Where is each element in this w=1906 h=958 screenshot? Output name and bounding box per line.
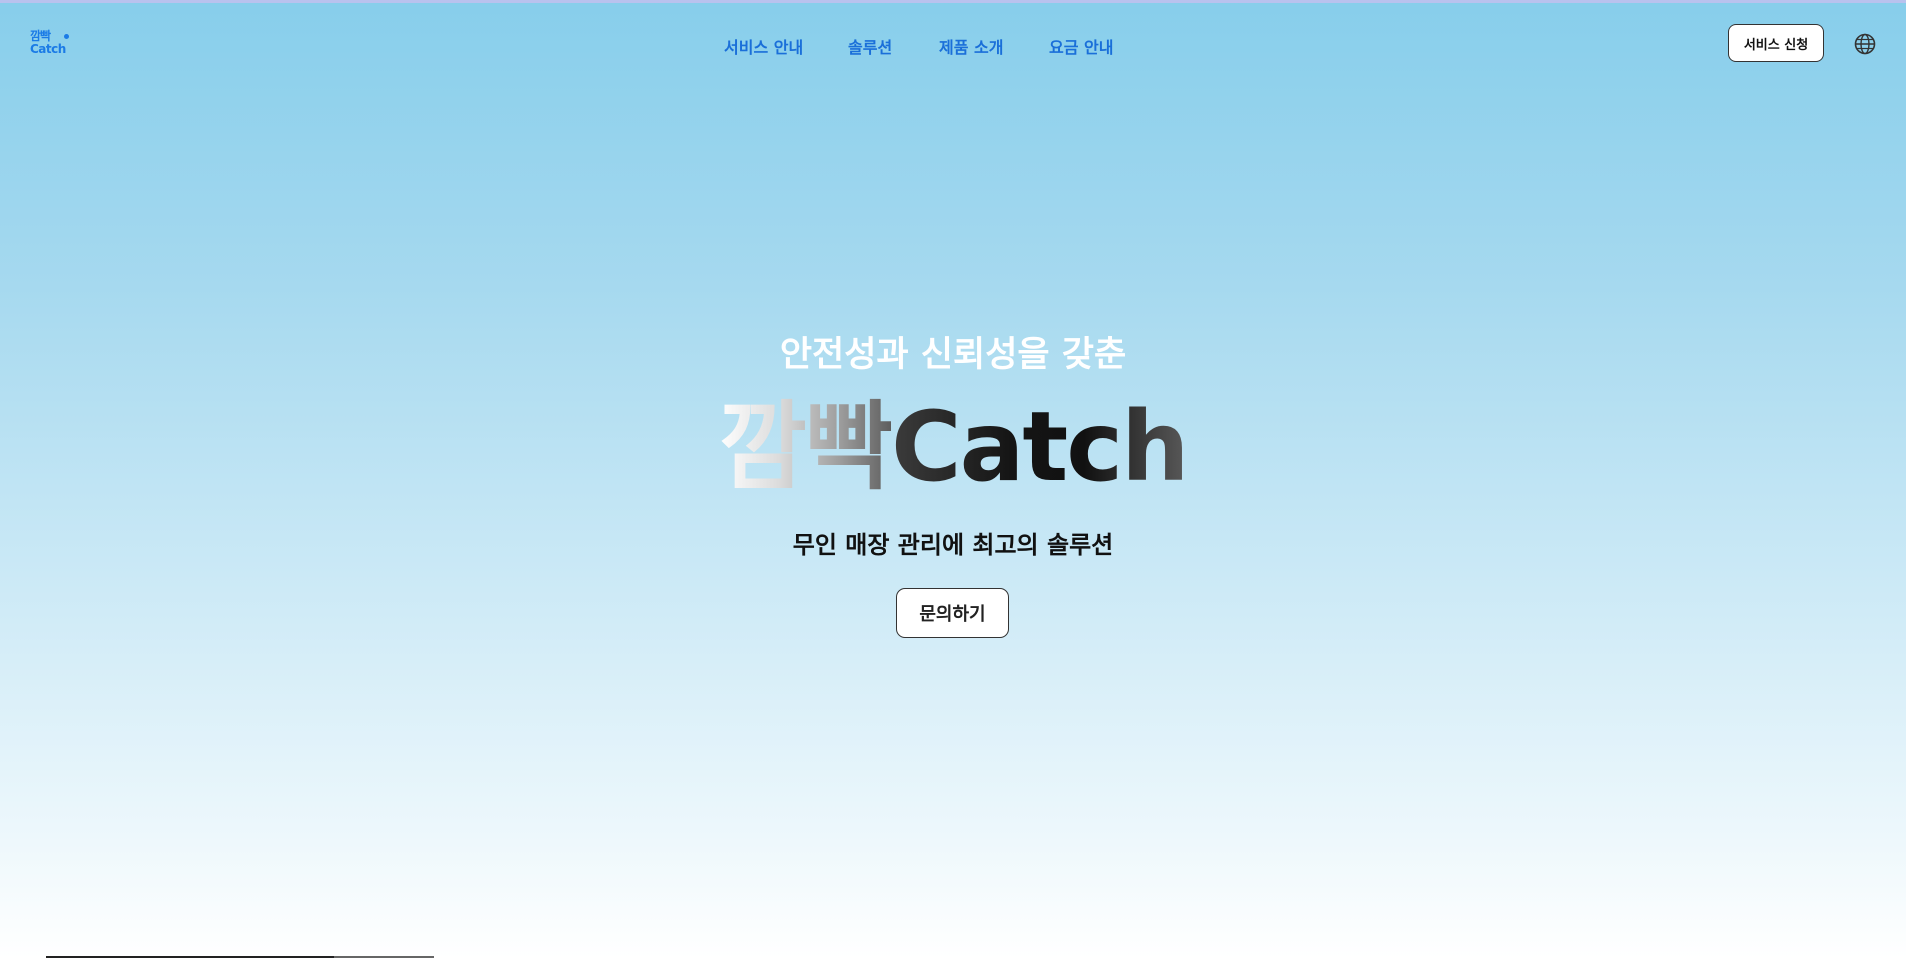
hero-title-korean: 깜빡 [718, 391, 893, 503]
hero-subtitle: 안전성과 신뢰성을 갖춘 [779, 335, 1127, 375]
logo-line-2: Catch [30, 42, 66, 56]
nav-item-pricing[interactable]: 요금 안내 [1049, 34, 1113, 58]
nav-item-products[interactable]: 제품 소개 [939, 34, 1003, 58]
nav-item-solution[interactable]: 솔루션 [848, 34, 892, 58]
nav-item-service-info[interactable]: 서비스 안내 [724, 34, 803, 58]
inquiry-button[interactable]: 문의하기 [896, 588, 1009, 638]
logo-spark-icon [64, 34, 69, 39]
hero-description: 무인 매장 관리에 최고의 솔루션 [792, 531, 1114, 559]
globe-icon[interactable] [1854, 33, 1876, 55]
service-apply-button[interactable]: 서비스 신청 [1728, 24, 1824, 62]
window-top-border [0, 0, 1906, 3]
logo[interactable]: 깜빡 Catch [30, 30, 74, 62]
hero-title-english: Catch [891, 391, 1189, 503]
hero-title: 깜빡Catch [0, 392, 1906, 502]
